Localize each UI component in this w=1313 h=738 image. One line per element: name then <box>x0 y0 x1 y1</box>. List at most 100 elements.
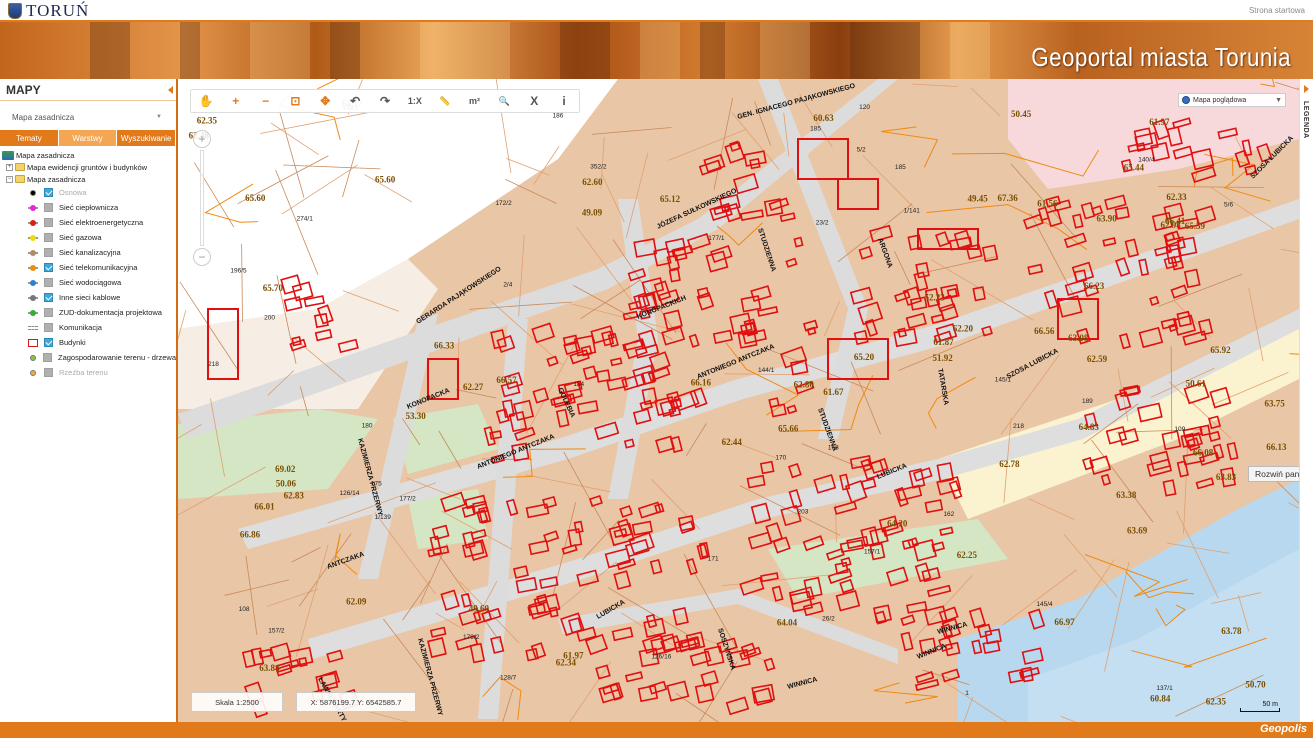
expand-legend-icon[interactable] <box>1304 85 1309 93</box>
building-outline <box>546 355 559 367</box>
home-link[interactable]: Strona startowa <box>1249 6 1305 15</box>
info-icon[interactable]: i <box>549 90 579 112</box>
layer-checkbox[interactable] <box>44 338 53 347</box>
elevation-label: 66.01 <box>254 502 275 512</box>
layer-item[interactable]: Sieć wodociągowa <box>2 275 176 290</box>
layer-item[interactable]: Sieć kanalizacyjna <box>2 245 176 260</box>
map-select[interactable]: Mapa zasadnicza ▼ <box>6 108 166 126</box>
layer-item[interactable]: Sieć gazowa <box>2 230 176 245</box>
tab-warstwy[interactable]: Warstwy <box>58 130 118 146</box>
zoom-slider[interactable]: + − <box>192 130 212 270</box>
layer-item[interactable]: Budynki <box>2 335 176 350</box>
layer-checkbox[interactable] <box>44 308 53 317</box>
redo-icon[interactable]: ↷ <box>370 90 400 112</box>
parcel-number: 109 <box>1174 426 1185 433</box>
building-outline <box>532 387 550 404</box>
layer-item[interactable]: Zagospodarowanie terenu - drzewa <box>2 350 176 365</box>
building-outline <box>429 626 447 638</box>
tree-group[interactable]: + Mapa ewidencji gruntów i budynków <box>2 161 176 173</box>
layer-checkbox[interactable] <box>44 323 53 332</box>
scale-bar-line <box>1240 708 1280 712</box>
layer-item[interactable]: Osnowa <box>2 185 176 200</box>
building-outline <box>696 292 715 311</box>
layer-item[interactable]: Rzeźba terenu <box>2 365 176 380</box>
clear-icon[interactable]: X <box>519 90 549 112</box>
elevation-label: 63.84 <box>259 663 280 673</box>
building-outline <box>930 313 945 324</box>
tab-wyszukiwanie[interactable]: Wyszukiwanie <box>117 130 177 146</box>
layer-item[interactable]: Sieć ciepłownicza <box>2 200 176 215</box>
building-outline <box>611 626 634 642</box>
building-outline <box>610 357 623 367</box>
layer-symbol-icon <box>28 279 38 287</box>
tree-root[interactable]: Mapa zasadnicza <box>2 149 176 161</box>
layer-checkbox[interactable] <box>44 188 53 197</box>
parcel-number: 26/2 <box>822 615 835 622</box>
legend-tab-label: LEGENDA <box>1302 101 1309 139</box>
measure-area-icon[interactable]: m² <box>460 90 490 112</box>
pan-hand-icon[interactable]: ✋ <box>191 90 221 112</box>
layer-checkbox[interactable] <box>44 203 53 212</box>
elevation-label: 62.59 <box>1087 354 1108 364</box>
identify-icon[interactable]: 🔍 <box>489 90 519 112</box>
layer-label: Rzeźba terenu <box>59 368 108 377</box>
layer-checkbox[interactable] <box>44 218 53 227</box>
zoom-out-icon[interactable]: − <box>251 90 281 112</box>
building-outline <box>619 505 633 518</box>
expand-icon[interactable]: + <box>6 163 13 171</box>
basemap-select[interactable]: Mapa poglądowa ▼ <box>1178 93 1286 107</box>
torun-logo[interactable]: TORUŃ <box>8 1 89 20</box>
layer-item[interactable]: Komunikacja <box>2 320 176 335</box>
geopolis-logo[interactable]: Geopolis <box>1260 723 1307 735</box>
map-view[interactable]: GERARDA PAJĄKOWSKIEGO GEN. IGNACEGO PAJĄK… <box>178 79 1299 722</box>
measure-length-icon[interactable]: 📏 <box>430 90 460 112</box>
tab-tematy[interactable]: Tematy <box>0 130 59 146</box>
layer-item[interactable]: Sieć telekomunikacyjna <box>2 260 176 275</box>
elevation-label: 66.23 <box>1084 281 1105 291</box>
undo-icon[interactable]: ↶ <box>340 90 370 112</box>
street-label: SZOSA LUBICKA <box>1006 348 1060 381</box>
map-canvas[interactable]: GERARDA PAJĄKOWSKIEGOGEN. IGNACEGO PAJĄK… <box>178 79 1299 722</box>
layer-checkbox[interactable] <box>43 353 52 362</box>
building-outline <box>512 565 529 579</box>
building-outline <box>746 474 766 489</box>
layer-checkbox[interactable] <box>44 248 53 257</box>
layer-item[interactable]: Sieć elektroenergetyczna <box>2 215 176 230</box>
layer-checkbox[interactable] <box>44 293 53 302</box>
parcel-number: 108 <box>239 606 250 613</box>
collapse-icon[interactable]: − <box>6 175 13 183</box>
collapse-panel-icon[interactable] <box>168 86 173 94</box>
globe-icon <box>1182 96 1190 104</box>
layer-checkbox[interactable] <box>44 278 53 287</box>
parcel-number: 1 <box>965 690 969 697</box>
layer-checkbox[interactable] <box>44 263 53 272</box>
layer-checkbox[interactable] <box>44 368 53 377</box>
layer-item[interactable]: ZUD-dokumentacja projektowa <box>2 305 176 320</box>
zoom-slider-plus-icon[interactable]: + <box>193 130 211 148</box>
building-outline <box>668 268 681 283</box>
layer-symbol-icon <box>28 309 38 317</box>
legend-tab[interactable]: LEGENDA <box>1299 79 1313 722</box>
coordinate-readout: X: 5876199.7 Y: 6542585.7 <box>296 692 416 712</box>
zoom-box-icon[interactable]: ⊡ <box>281 90 311 112</box>
parcel-number: 157/1 <box>864 549 881 556</box>
building-outline <box>1027 263 1044 276</box>
basemap-select-value: Mapa poglądowa <box>1193 96 1247 104</box>
full-extent-icon[interactable]: ✥ <box>310 90 340 112</box>
layer-symbol-icon <box>28 249 38 257</box>
elevation-label: 64.83 <box>1079 422 1100 432</box>
layer-item[interactable]: Inne sieci kablowe <box>2 290 176 305</box>
parcel-number: 171 <box>708 555 719 562</box>
zoom-slider-minus-icon[interactable]: − <box>193 248 211 266</box>
building-outline <box>700 670 719 688</box>
scale-display[interactable]: Skala 1:2500 <box>191 692 283 712</box>
street-label: ARGONA <box>876 237 893 269</box>
scale-icon[interactable]: 1:X <box>400 90 430 112</box>
zoom-in-icon[interactable]: + <box>221 90 251 112</box>
zoom-slider-track[interactable] <box>200 150 204 246</box>
parcel-number: 145/4 <box>1036 601 1053 608</box>
tree-group[interactable]: − Mapa zasadnicza <box>2 173 176 185</box>
city-crest-icon <box>8 3 22 19</box>
layer-checkbox[interactable] <box>44 233 53 242</box>
elevation-label: 66.08 <box>1193 447 1214 457</box>
